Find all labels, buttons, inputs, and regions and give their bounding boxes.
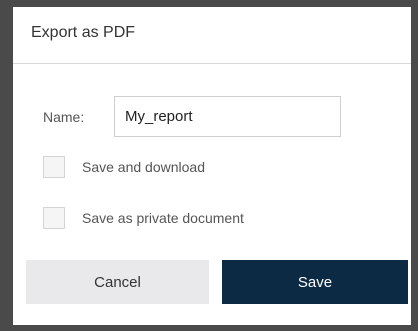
save-and-download-checkbox[interactable]	[43, 156, 65, 178]
dialog-title: Export as PDF	[31, 24, 136, 41]
dialog-header: Export as PDF	[13, 7, 411, 64]
save-and-download-label: Save and download	[82, 159, 205, 175]
save-as-private-option[interactable]: Save as private document	[43, 207, 244, 229]
save-as-private-checkbox[interactable]	[43, 207, 65, 229]
cancel-button[interactable]: Cancel	[26, 260, 209, 304]
export-pdf-dialog: Export as PDF Name: Save and download Sa…	[13, 7, 411, 325]
dialog-footer: Cancel Save	[13, 256, 411, 325]
save-and-download-option[interactable]: Save and download	[43, 156, 205, 178]
name-label: Name:	[43, 109, 85, 125]
save-button[interactable]: Save	[222, 260, 408, 304]
save-as-private-label: Save as private document	[82, 210, 244, 226]
dialog-body: Name: Save and download Save as private …	[13, 64, 411, 257]
name-input[interactable]	[114, 96, 341, 137]
